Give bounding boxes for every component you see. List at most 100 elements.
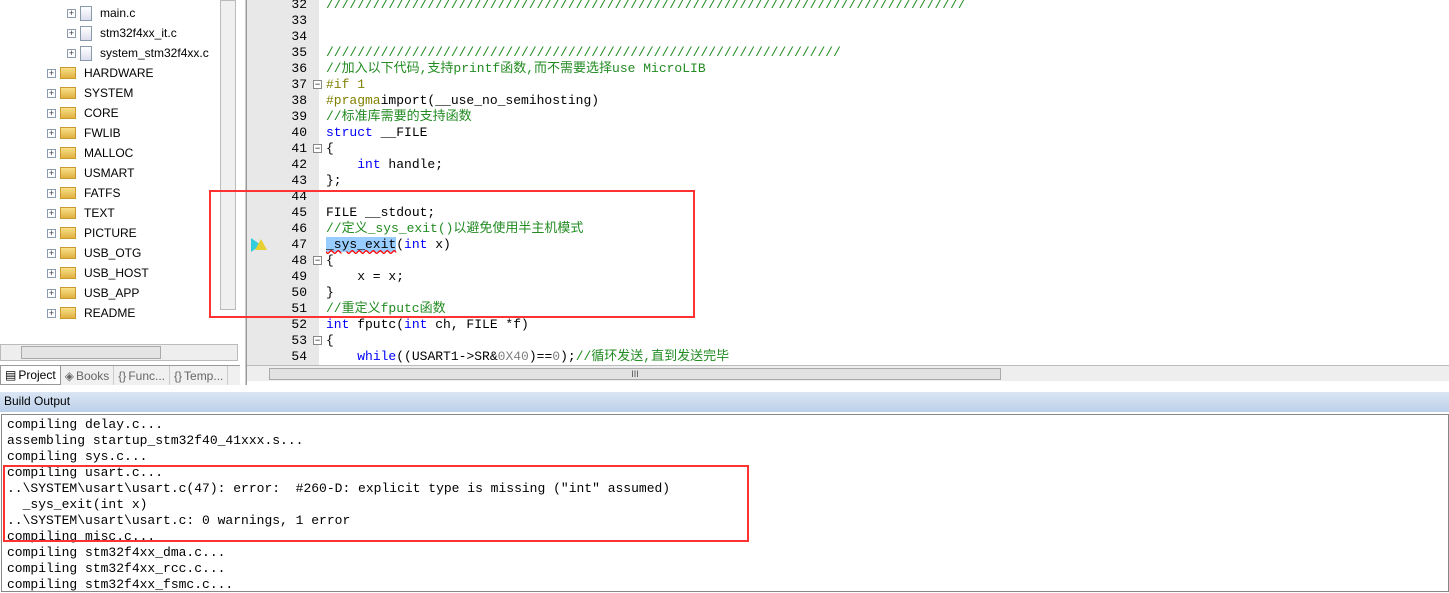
expand-icon[interactable]: + — [47, 188, 56, 198]
tab-func[interactable]: {} Func... — [114, 366, 170, 385]
editor-horizontal-scrollbar[interactable]: III — [247, 365, 1449, 381]
expand-icon[interactable]: + — [47, 228, 56, 238]
tree-file[interactable]: + system_stm32f4xx.c — [67, 43, 209, 63]
tree-file-label: system_stm32f4xx.c — [100, 46, 209, 60]
line-number: 33 — [291, 13, 307, 28]
annotation-box-output — [3, 465, 749, 542]
tree-folder-label: CORE — [84, 106, 119, 120]
tab-label: Temp... — [184, 368, 224, 383]
tree-folder[interactable]: + CORE — [47, 103, 119, 123]
code-token: int — [326, 317, 350, 332]
tree-folder[interactable]: + USB_OTG — [47, 243, 141, 263]
code-line[interactable]: struct __FILE — [326, 125, 427, 141]
code-token: { — [326, 141, 334, 156]
line-number: 36 — [291, 61, 307, 76]
tree-folder[interactable]: + FWLIB — [47, 123, 121, 143]
line-number: 37 — [291, 77, 307, 92]
code-line[interactable]: //加入以下代码,支持printf函数,而不需要选择use MicroLIB — [326, 61, 706, 77]
line-number: 38 — [291, 93, 307, 108]
tree-folder[interactable]: + PICTURE — [47, 223, 137, 243]
expand-icon[interactable]: + — [47, 308, 56, 318]
tree-folder[interactable]: + USB_HOST — [47, 263, 149, 283]
expand-icon[interactable]: + — [67, 48, 76, 58]
code-line[interactable]: { — [326, 141, 334, 157]
fold-toggle-icon[interactable]: − — [313, 336, 322, 345]
expand-icon[interactable]: + — [67, 28, 76, 38]
tree-folder-label: USMART — [84, 166, 135, 180]
annotation-box-code — [209, 190, 695, 318]
code-line[interactable]: int fputc(int ch, FILE *f) — [326, 317, 529, 333]
tab-label: Project — [18, 368, 56, 382]
tree-file-label: main.c — [100, 6, 136, 20]
tree-file[interactable]: + main.c — [67, 3, 135, 23]
line-number: 43 — [291, 173, 307, 188]
output-line: compiling delay.c... — [7, 417, 164, 432]
tree-folder-label: PICTURE — [84, 226, 137, 240]
tab-project[interactable]: ▤ Project — [0, 366, 61, 385]
code-line[interactable]: int handle; — [326, 157, 443, 173]
expand-icon[interactable]: + — [47, 128, 56, 138]
expand-icon[interactable]: + — [67, 8, 76, 18]
code-line[interactable]: #if 1 — [326, 77, 365, 93]
tree-folder[interactable]: + HARDWARE — [47, 63, 154, 83]
tree-folder[interactable]: + SYSTEM — [47, 83, 133, 103]
file-icon — [80, 5, 92, 21]
tree-folder-label: USB_OTG — [84, 246, 142, 260]
expand-icon[interactable]: + — [47, 168, 56, 178]
tree-folder-label: MALLOC — [84, 146, 134, 160]
scroll-thumb[interactable]: III — [269, 368, 1001, 380]
tree-folder[interactable]: + MALLOC — [47, 143, 133, 163]
tab-books[interactable]: ◈ Books — [61, 366, 115, 385]
code-token: 0X40 — [497, 349, 529, 364]
tree-file-label: stm32f4xx_it.c — [100, 26, 177, 40]
tree-folder-label: USB_APP — [84, 286, 140, 300]
tree-folder[interactable]: + USMART — [47, 163, 134, 183]
tree-folder[interactable]: + FATFS — [47, 183, 120, 203]
tab-icon: ◈ — [64, 368, 74, 383]
folder-icon — [60, 307, 76, 319]
tree-folder[interactable]: + README — [47, 303, 135, 323]
file-icon — [80, 25, 92, 41]
expand-icon[interactable]: + — [47, 288, 56, 298]
code-line[interactable]: #pragmaimport(__use_no_semihosting) — [326, 93, 599, 109]
build-output-title: Build Output — [0, 392, 1449, 412]
expand-icon[interactable]: + — [47, 88, 56, 98]
code-token: #pragma — [326, 93, 381, 108]
expand-icon[interactable]: + — [47, 268, 56, 278]
fold-toggle-icon[interactable]: − — [313, 80, 322, 89]
line-number: 35 — [291, 45, 307, 60]
tree-folder-label: TEXT — [84, 206, 115, 220]
code-token: fputc( — [349, 317, 405, 332]
folder-icon — [60, 227, 76, 239]
code-line[interactable]: //标准库需要的支持函数 — [326, 109, 472, 125]
expand-icon[interactable]: + — [47, 108, 56, 118]
tree-file[interactable]: + stm32f4xx_it.c — [67, 23, 177, 43]
tree-folder[interactable]: + TEXT — [47, 203, 115, 223]
scroll-thumb[interactable] — [21, 346, 161, 359]
code-line[interactable]: ////////////////////////////////////////… — [326, 45, 841, 61]
tab-label: Books — [75, 368, 110, 383]
expand-icon[interactable]: + — [47, 148, 56, 158]
code-line[interactable]: while((USART1->SR&0X40)==0);//循环发送,直到发送完… — [326, 349, 729, 365]
tree-horizontal-scrollbar[interactable] — [0, 344, 238, 361]
folder-icon — [60, 207, 76, 219]
tab-icon: {} — [174, 368, 183, 383]
expand-icon[interactable]: + — [47, 248, 56, 258]
folder-icon — [60, 287, 76, 299]
output-line: compiling sys.c... — [7, 449, 148, 464]
expand-icon[interactable]: + — [47, 208, 56, 218]
line-number: 42 — [291, 157, 307, 172]
code-token: }; — [326, 173, 342, 188]
expand-icon[interactable]: + — [47, 68, 56, 78]
code-line[interactable]: }; — [326, 173, 342, 189]
code-line[interactable]: { — [326, 333, 334, 349]
code-token: import(__use_no_semihosting) — [380, 93, 600, 108]
tree-folder[interactable]: + USB_APP — [47, 283, 139, 303]
line-number: 41 — [291, 141, 307, 156]
code-line[interactable]: ////////////////////////////////////////… — [326, 0, 966, 13]
tab-temp[interactable]: {} Temp... — [170, 366, 229, 385]
fold-toggle-icon[interactable]: − — [313, 144, 322, 153]
code-token: __FILE — [372, 125, 428, 140]
